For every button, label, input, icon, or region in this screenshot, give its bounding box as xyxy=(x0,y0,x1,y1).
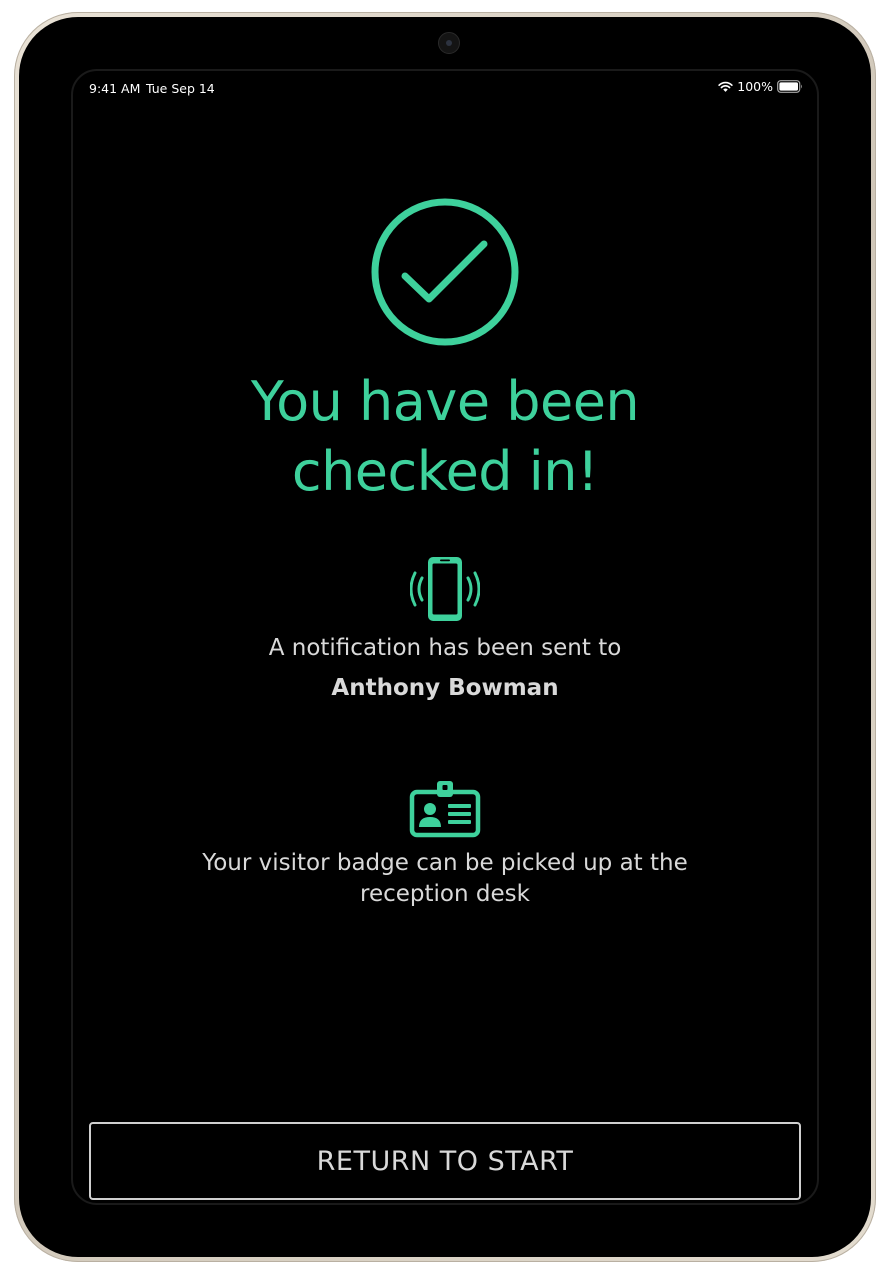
vibrating-phone-icon xyxy=(410,557,480,621)
id-badge-icon xyxy=(409,781,481,838)
heading-line-1: You have been xyxy=(250,370,640,433)
status-time: 9:41 AM xyxy=(89,81,141,96)
device-bezel: 9:41 AM Tue Sep 14 100% You have been ch… xyxy=(19,17,871,1257)
badge-message-line-2: reception desk xyxy=(360,881,530,907)
kiosk-screen: 9:41 AM Tue Sep 14 100% You have been ch… xyxy=(71,69,819,1205)
front-camera xyxy=(438,32,460,54)
battery-icon xyxy=(777,80,802,93)
badge-pickup-message: Your visitor badge can be picked up at t… xyxy=(73,848,817,910)
host-name: Anthony Bowman xyxy=(331,675,559,701)
badge-message-line-1: Your visitor badge can be picked up at t… xyxy=(202,850,688,876)
ipad-device-frame: 9:41 AM Tue Sep 14 100% You have been ch… xyxy=(14,12,876,1262)
heading-line-2: checked in! xyxy=(291,440,599,503)
wifi-icon xyxy=(718,81,733,92)
status-indicators: 100% xyxy=(718,79,803,94)
checked-in-heading: You have been checked in! xyxy=(73,367,817,507)
status-bar: 9:41 AM Tue Sep 14 100% xyxy=(73,71,817,107)
check-circle-icon xyxy=(371,198,519,346)
status-date: Tue Sep 14 xyxy=(146,81,215,96)
battery-percentage: 100% xyxy=(737,79,773,94)
notification-message: A notification has been sent to xyxy=(268,635,622,661)
return-to-start-button[interactable]: RETURN TO START xyxy=(89,1122,801,1200)
